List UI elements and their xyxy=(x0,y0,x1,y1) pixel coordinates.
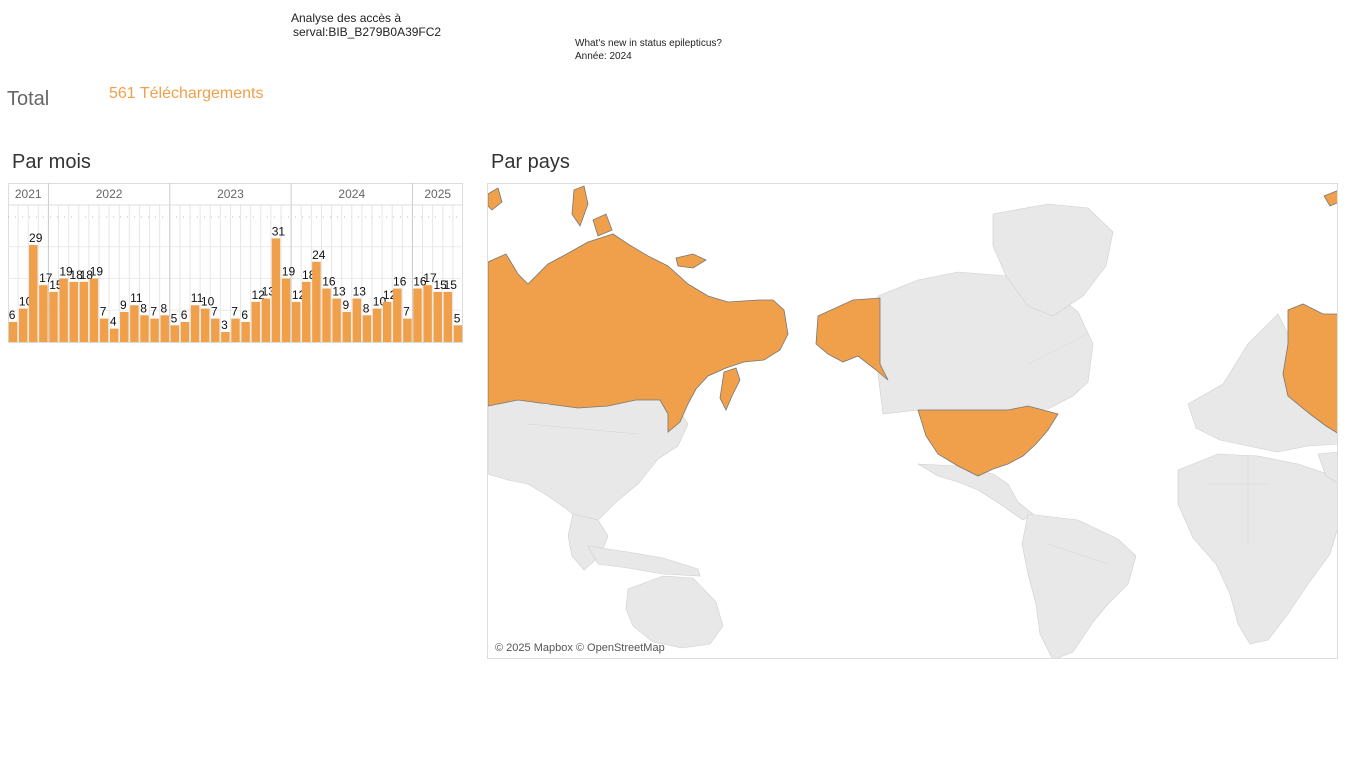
bar[interactable] xyxy=(312,261,321,342)
bar[interactable] xyxy=(302,281,311,342)
country-map[interactable]: © 2025 Mapbox © OpenStreetMap xyxy=(487,183,1338,659)
bar[interactable] xyxy=(443,291,453,342)
map-credit: © 2025 Mapbox © OpenStreetMap xyxy=(495,642,665,654)
bar-label: 5 xyxy=(454,311,461,325)
bar[interactable] xyxy=(241,321,250,342)
monthly-section-title: Par mois xyxy=(12,151,91,173)
total-downloads-value: 561 Téléchargements xyxy=(109,85,264,102)
bar[interactable] xyxy=(453,325,463,342)
bar[interactable] xyxy=(352,298,362,342)
bar-label: 16 xyxy=(393,275,407,289)
south-america-land xyxy=(1021,513,1137,658)
bar[interactable] xyxy=(200,308,210,342)
bar[interactable] xyxy=(261,298,271,342)
bar-label: 8 xyxy=(140,301,147,315)
bar-label: 6 xyxy=(9,308,16,322)
bar-label: 9 xyxy=(342,298,349,312)
indonesia-land xyxy=(587,545,701,577)
bar[interactable] xyxy=(8,321,18,342)
bar[interactable] xyxy=(130,305,139,342)
bar[interactable] xyxy=(271,238,281,342)
nw-arctic-highlight[interactable] xyxy=(488,187,1338,211)
bar[interactable] xyxy=(291,301,301,342)
document-info: What's new in status epilepticus? Année:… xyxy=(575,37,722,63)
bar-label: 8 xyxy=(363,301,370,315)
bar[interactable] xyxy=(423,285,432,342)
year-label-2022: 2022 xyxy=(96,187,123,201)
monthly-downloads-chart[interactable]: 2021 2022 2023 2024 202561029171519181819749… xyxy=(8,183,463,343)
document-year: Année: 2024 xyxy=(575,51,632,62)
bar[interactable] xyxy=(190,305,200,342)
bar[interactable] xyxy=(362,315,372,342)
bar[interactable] xyxy=(29,245,38,342)
bar[interactable] xyxy=(69,281,78,342)
bar[interactable] xyxy=(322,288,331,342)
bar-label: 24 xyxy=(312,248,326,262)
bar[interactable] xyxy=(372,308,382,342)
bar[interactable] xyxy=(79,281,89,342)
year-label-2021: 2021 xyxy=(15,187,42,201)
bar[interactable] xyxy=(403,318,412,342)
report-title-line2: serval:BIB_B279B0A39FC2 xyxy=(293,25,442,39)
bar[interactable] xyxy=(231,318,240,342)
bar-label: 7 xyxy=(100,305,107,319)
total-label: Total xyxy=(7,88,50,110)
bar[interactable] xyxy=(109,328,119,342)
bar[interactable] xyxy=(140,315,149,342)
bar[interactable] xyxy=(382,301,392,342)
bar-label: 15 xyxy=(444,278,458,292)
bar-label: 13 xyxy=(332,285,346,299)
bar[interactable] xyxy=(251,301,260,342)
bar[interactable] xyxy=(120,311,129,342)
africa-land xyxy=(1177,453,1337,645)
bar-label: 4 xyxy=(110,315,117,329)
bar[interactable] xyxy=(150,318,159,342)
bar-label: 13 xyxy=(353,285,367,299)
world-map[interactable] xyxy=(488,184,1338,659)
bar[interactable] xyxy=(89,278,99,343)
bar-label: 7 xyxy=(231,305,238,319)
bar-label: 31 xyxy=(272,224,286,238)
bar-label: 7 xyxy=(150,305,157,319)
document-title: What's new in status epilepticus? xyxy=(575,38,722,49)
bar-label: 5 xyxy=(171,311,178,325)
bar[interactable] xyxy=(99,318,109,342)
bar[interactable] xyxy=(170,325,180,342)
report-title: Analyse des accès à serval:BIB_B279B0A39… xyxy=(291,11,441,39)
bar-label: 29 xyxy=(29,231,43,245)
bar[interactable] xyxy=(281,278,291,343)
bar-label: 19 xyxy=(282,265,296,279)
bar-label: 7 xyxy=(403,305,410,319)
bar-label: 8 xyxy=(160,301,167,315)
bar[interactable] xyxy=(211,318,220,342)
bar-label: 6 xyxy=(241,308,248,322)
bar-label: 6 xyxy=(181,308,188,322)
alaska-highlight[interactable] xyxy=(815,297,889,381)
bar[interactable] xyxy=(49,291,58,342)
country-section-title: Par pays xyxy=(491,151,570,173)
bar[interactable] xyxy=(180,321,190,342)
bar[interactable] xyxy=(39,285,48,342)
bar[interactable] xyxy=(413,288,422,342)
year-label-2024: 2024 xyxy=(338,187,365,201)
russia-far-east-highlight[interactable] xyxy=(719,367,741,411)
bar[interactable] xyxy=(342,311,351,342)
bar[interactable] xyxy=(18,308,28,342)
bar[interactable] xyxy=(332,298,341,342)
bar-label: 7 xyxy=(211,305,218,319)
year-label-2025: 2025 xyxy=(424,187,451,201)
bar-label: 9 xyxy=(120,298,127,312)
bar[interactable] xyxy=(433,291,442,342)
bar-label: 19 xyxy=(90,265,104,279)
bar[interactable] xyxy=(160,315,169,342)
bar-label: 3 xyxy=(221,318,228,332)
bar[interactable] xyxy=(221,331,230,342)
australia-land xyxy=(625,575,724,649)
east-asia-land xyxy=(488,388,689,525)
bar[interactable] xyxy=(59,278,68,343)
year-label-2023: 2023 xyxy=(217,187,244,201)
bar[interactable] xyxy=(393,288,402,342)
report-title-line1: Analyse des accès à xyxy=(291,11,402,25)
